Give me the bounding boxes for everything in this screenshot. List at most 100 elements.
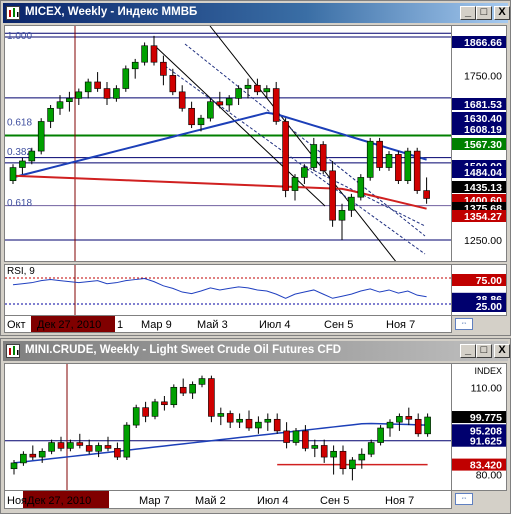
close-button[interactable]: X bbox=[494, 344, 510, 358]
crude-price-plot[interactable] bbox=[4, 363, 452, 491]
rsi-axis[interactable]: 75.00 38.86 25.00 bbox=[452, 264, 507, 316]
crosshair-date-label: Дек 27, 2010 bbox=[27, 495, 91, 507]
candle-body bbox=[151, 401, 159, 417]
candle-body bbox=[217, 413, 225, 417]
candle-body bbox=[28, 150, 36, 162]
price-level-badge: 99.775 bbox=[470, 412, 502, 424]
candle-body bbox=[338, 210, 346, 221]
time-tick-label: Ноя bbox=[7, 495, 27, 507]
candle-body bbox=[169, 75, 177, 93]
candle-body bbox=[189, 384, 196, 394]
chart-window-icon bbox=[6, 6, 20, 20]
minimize-button[interactable]: _ bbox=[460, 6, 476, 20]
candle-body bbox=[339, 450, 347, 470]
candle-body bbox=[329, 170, 336, 221]
candle-body bbox=[114, 448, 121, 458]
candle-body bbox=[37, 121, 45, 152]
candle-body bbox=[104, 445, 112, 449]
index-label: INDEX bbox=[474, 366, 502, 376]
candle-body bbox=[123, 424, 131, 458]
candle-body bbox=[19, 160, 26, 168]
candle-body bbox=[67, 442, 74, 449]
minimize-button[interactable]: _ bbox=[460, 344, 476, 358]
candle-body bbox=[207, 101, 214, 119]
candle-body bbox=[377, 427, 384, 443]
candle-body bbox=[236, 418, 243, 423]
maximize-button[interactable]: □ bbox=[476, 344, 492, 358]
candle-body bbox=[348, 196, 355, 211]
price-tick-label: 110.00 bbox=[471, 382, 502, 394]
time-tick-label: Сен 5 bbox=[320, 495, 349, 507]
candle-body bbox=[198, 378, 206, 385]
micex-price-axis[interactable]: 1750.00 1250.00 1866.66 1681.53 1630.40 1608.… bbox=[452, 25, 507, 262]
micex-corner: ⇔ bbox=[452, 316, 507, 333]
moving-average-blue-line bbox=[13, 422, 428, 464]
candle-body bbox=[225, 98, 233, 106]
time-tick-label: Июл 4 bbox=[259, 319, 291, 331]
candle-body bbox=[292, 430, 300, 443]
time-tick-label: Май 3 bbox=[197, 319, 228, 331]
candle-body bbox=[160, 61, 167, 76]
price-tick-label: 1750.00 bbox=[464, 70, 502, 82]
candle-body bbox=[113, 88, 120, 99]
price-level-badge: 1435.13 bbox=[464, 182, 502, 194]
price-level-badge: 91.625 bbox=[470, 436, 502, 448]
micex-price-plot[interactable]: 1.000 0.618 0.382 0.618 bbox=[4, 25, 452, 262]
crude-price-axis[interactable]: INDEX 110.00 80.00 99.775 95.208 91.625 83.420 bbox=[452, 363, 507, 491]
candle-body bbox=[188, 107, 195, 126]
price-level-badge: 1866.66 bbox=[464, 37, 502, 49]
time-tick-label: 1 bbox=[117, 319, 123, 331]
crude-time-axis[interactable]: Ноя Дек 27, 2010 Мар 7 Май 2 Июл 4 Сен 5 Ноя 7 bbox=[4, 491, 452, 509]
candle-body bbox=[291, 177, 299, 191]
candle-body bbox=[358, 453, 366, 461]
candle-body bbox=[423, 190, 430, 199]
candle-body bbox=[255, 421, 262, 429]
time-tick-label: Окт bbox=[7, 319, 26, 331]
time-tick-label: Ноя 7 bbox=[385, 495, 414, 507]
candle-body bbox=[320, 445, 328, 458]
crude-title-bar[interactable]: MINI.CRUDE, Weekly - Light Sweet Crude O… bbox=[3, 341, 510, 361]
time-tick-label: Ноя 7 bbox=[386, 319, 415, 331]
candle-body bbox=[367, 442, 375, 455]
candle-body bbox=[302, 430, 309, 449]
candle-body bbox=[94, 81, 101, 89]
price-level-badge: 1567.30 bbox=[464, 139, 502, 151]
candle-body bbox=[122, 68, 130, 89]
price-level-badge: 1354.27 bbox=[464, 211, 502, 223]
candle-body bbox=[349, 459, 356, 470]
candle-body bbox=[366, 140, 374, 178]
candle-body bbox=[235, 88, 242, 99]
candle-body bbox=[38, 450, 46, 458]
rsi-label: RSI, 9 bbox=[7, 266, 35, 277]
crude-candlestick-chart bbox=[5, 364, 451, 490]
time-tick-label: Мар 7 bbox=[139, 495, 170, 507]
fib-level-label: 0.618 bbox=[7, 117, 32, 128]
candle-body bbox=[131, 61, 139, 70]
time-tick-label: Июл 4 bbox=[257, 495, 289, 507]
rsi-level-badge: 25.00 bbox=[476, 301, 502, 313]
scale-toggle-icon[interactable]: ⇔ bbox=[455, 493, 473, 505]
price-level-badge: 83.420 bbox=[470, 460, 502, 472]
candle-body bbox=[301, 167, 308, 178]
time-tick-label: Мар 9 bbox=[141, 319, 172, 331]
micex-time-axis[interactable]: Окт Дек 27, 2010 1 Мар 9 Май 3 Июл 4 Сен 5 Ноя … bbox=[4, 316, 452, 333]
candle-body bbox=[84, 81, 92, 93]
candle-body bbox=[10, 462, 18, 470]
micex-title-bar[interactable]: MICEX, Weekly - Индекс ММВБ _ □ X bbox=[3, 3, 510, 23]
micex-chart-window[interactable]: MICEX, Weekly - Индекс ММВБ _ □ X 1.000 0… bbox=[0, 0, 511, 336]
candle-body bbox=[283, 430, 290, 443]
candle-body bbox=[413, 150, 421, 191]
close-button[interactable]: X bbox=[494, 6, 510, 20]
scale-toggle-icon[interactable]: ⇔ bbox=[455, 318, 473, 330]
maximize-button[interactable]: □ bbox=[476, 6, 492, 20]
crude-chart-window[interactable]: MINI.CRUDE, Weekly - Light Sweet Crude O… bbox=[0, 338, 511, 514]
candle-body bbox=[330, 450, 337, 458]
candle-body bbox=[20, 453, 27, 464]
candle-body bbox=[319, 144, 327, 172]
candle-body bbox=[142, 407, 149, 417]
micex-rsi-plot[interactable]: RSI, 9 bbox=[4, 264, 452, 316]
candle-body bbox=[310, 144, 318, 168]
crosshair-date-label: Дек 27, 2010 bbox=[37, 319, 101, 331]
price-level-badge: 1484.04 bbox=[464, 167, 502, 179]
candle-body bbox=[56, 101, 64, 109]
